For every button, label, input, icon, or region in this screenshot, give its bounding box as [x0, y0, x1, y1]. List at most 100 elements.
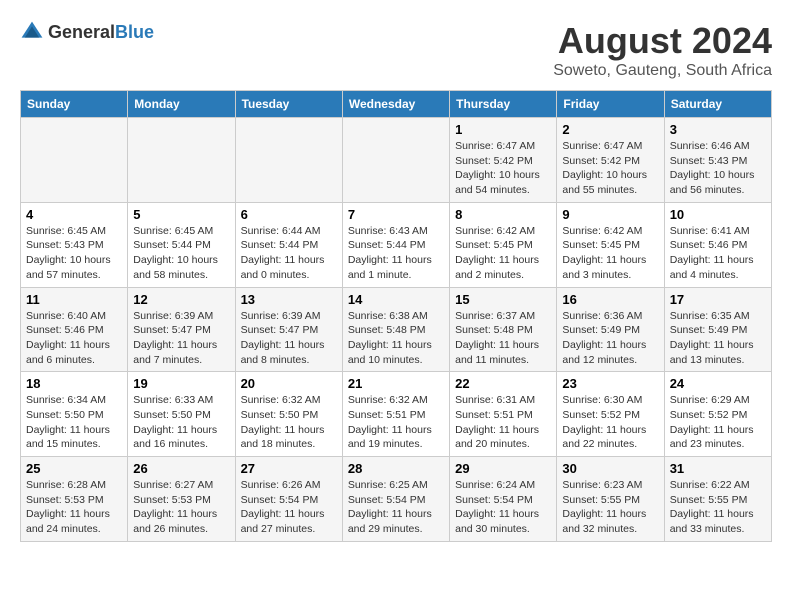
- day-info: Sunrise: 6:47 AM Sunset: 5:42 PM Dayligh…: [562, 139, 658, 198]
- calendar-cell: 11 Sunrise: 6:40 AM Sunset: 5:46 PM Dayli…: [21, 287, 128, 372]
- day-info: Sunrise: 6:23 AM Sunset: 5:55 PM Dayligh…: [562, 478, 658, 537]
- calendar-cell: 6Sunrise: 6:44 AM Sunset: 5:44 PM Daylig…: [235, 202, 342, 287]
- calendar-cell: 12 Sunrise: 6:39 AM Sunset: 5:47 PM Dayli…: [128, 287, 235, 372]
- day-info: Sunrise: 6:40 AM Sunset: 5:46 PM Dayligh…: [26, 309, 122, 368]
- day-info: Sunrise: 6:42 AM Sunset: 5:45 PM Dayligh…: [455, 224, 551, 283]
- day-info: Sunrise: 6:41 AM Sunset: 5:46 PM Dayligh…: [670, 224, 766, 283]
- day-number: 19: [133, 376, 229, 391]
- day-number: 31: [670, 461, 766, 476]
- calendar-cell: 19 Sunrise: 6:33 AM Sunset: 5:50 PM Dayli…: [128, 372, 235, 457]
- header-day-saturday: Saturday: [664, 91, 771, 118]
- calendar-cell: 15 Sunrise: 6:37 AM Sunset: 5:48 PM Dayli…: [450, 287, 557, 372]
- day-info: Sunrise: 6:24 AM Sunset: 5:54 PM Dayligh…: [455, 478, 551, 537]
- day-number: 23: [562, 376, 658, 391]
- day-info: Sunrise: 6:34 AM Sunset: 5:50 PM Dayligh…: [26, 393, 122, 452]
- calendar-cell: 7 Sunrise: 6:43 AM Sunset: 5:44 PM Daylig…: [342, 202, 449, 287]
- header-day-wednesday: Wednesday: [342, 91, 449, 118]
- calendar-cell: 25Sunrise: 6:28 AM Sunset: 5:53 PM Dayli…: [21, 457, 128, 542]
- day-number: 9: [562, 207, 658, 222]
- calendar-cell: [235, 118, 342, 203]
- day-number: 8: [455, 207, 551, 222]
- calendar-cell: 5Sunrise: 6:45 AM Sunset: 5:44 PM Daylig…: [128, 202, 235, 287]
- week-row-2: 4 Sunrise: 6:45 AM Sunset: 5:43 PM Daylig…: [21, 202, 772, 287]
- calendar-cell: 28Sunrise: 6:25 AM Sunset: 5:54 PM Dayli…: [342, 457, 449, 542]
- calendar-cell: [21, 118, 128, 203]
- logo-blue: Blue: [115, 22, 154, 42]
- calendar-cell: 10 Sunrise: 6:41 AM Sunset: 5:46 PM Dayli…: [664, 202, 771, 287]
- week-row-4: 18 Sunrise: 6:34 AM Sunset: 5:50 PM Dayli…: [21, 372, 772, 457]
- day-number: 12: [133, 292, 229, 307]
- day-number: 17: [670, 292, 766, 307]
- calendar-cell: 31Sunrise: 6:22 AM Sunset: 5:55 PM Dayli…: [664, 457, 771, 542]
- day-number: 15: [455, 292, 551, 307]
- main-title: August 2024: [553, 20, 772, 62]
- day-number: 25: [26, 461, 122, 476]
- day-info: Sunrise: 6:35 AM Sunset: 5:49 PM Dayligh…: [670, 309, 766, 368]
- calendar-cell: 29 Sunrise: 6:24 AM Sunset: 5:54 PM Dayli…: [450, 457, 557, 542]
- calendar-cell: 30Sunrise: 6:23 AM Sunset: 5:55 PM Dayli…: [557, 457, 664, 542]
- day-number: 7: [348, 207, 444, 222]
- day-info: Sunrise: 6:33 AM Sunset: 5:50 PM Dayligh…: [133, 393, 229, 452]
- day-info: Sunrise: 6:29 AM Sunset: 5:52 PM Dayligh…: [670, 393, 766, 452]
- calendar-cell: 23 Sunrise: 6:30 AM Sunset: 5:52 PM Dayli…: [557, 372, 664, 457]
- day-info: Sunrise: 6:46 AM Sunset: 5:43 PM Dayligh…: [670, 139, 766, 198]
- calendar-cell: 22 Sunrise: 6:31 AM Sunset: 5:51 PM Dayli…: [450, 372, 557, 457]
- day-number: 29: [455, 461, 551, 476]
- header-row: SundayMondayTuesdayWednesdayThursdayFrid…: [21, 91, 772, 118]
- header-day-tuesday: Tuesday: [235, 91, 342, 118]
- calendar-cell: 16 Sunrise: 6:36 AM Sunset: 5:49 PM Dayli…: [557, 287, 664, 372]
- day-number: 13: [241, 292, 337, 307]
- calendar-cell: 27Sunrise: 6:26 AM Sunset: 5:54 PM Dayli…: [235, 457, 342, 542]
- day-info: Sunrise: 6:45 AM Sunset: 5:43 PM Dayligh…: [26, 224, 122, 283]
- calendar-cell: 26Sunrise: 6:27 AM Sunset: 5:53 PM Dayli…: [128, 457, 235, 542]
- calendar-cell: 1Sunrise: 6:47 AM Sunset: 5:42 PM Daylig…: [450, 118, 557, 203]
- day-number: 18: [26, 376, 122, 391]
- day-number: 11: [26, 292, 122, 307]
- day-info: Sunrise: 6:47 AM Sunset: 5:42 PM Dayligh…: [455, 139, 551, 198]
- day-info: Sunrise: 6:32 AM Sunset: 5:50 PM Dayligh…: [241, 393, 337, 452]
- day-info: Sunrise: 6:31 AM Sunset: 5:51 PM Dayligh…: [455, 393, 551, 452]
- day-number: 28: [348, 461, 444, 476]
- day-number: 10: [670, 207, 766, 222]
- day-info: Sunrise: 6:37 AM Sunset: 5:48 PM Dayligh…: [455, 309, 551, 368]
- day-number: 4: [26, 207, 122, 222]
- week-row-1: 1Sunrise: 6:47 AM Sunset: 5:42 PM Daylig…: [21, 118, 772, 203]
- day-number: 14: [348, 292, 444, 307]
- header-day-friday: Friday: [557, 91, 664, 118]
- week-row-5: 25Sunrise: 6:28 AM Sunset: 5:53 PM Dayli…: [21, 457, 772, 542]
- day-info: Sunrise: 6:32 AM Sunset: 5:51 PM Dayligh…: [348, 393, 444, 452]
- calendar-cell: 18 Sunrise: 6:34 AM Sunset: 5:50 PM Dayli…: [21, 372, 128, 457]
- day-info: Sunrise: 6:30 AM Sunset: 5:52 PM Dayligh…: [562, 393, 658, 452]
- day-number: 5: [133, 207, 229, 222]
- calendar-cell: 2Sunrise: 6:47 AM Sunset: 5:42 PM Daylig…: [557, 118, 664, 203]
- day-number: 24: [670, 376, 766, 391]
- day-number: 27: [241, 461, 337, 476]
- day-info: Sunrise: 6:44 AM Sunset: 5:44 PM Dayligh…: [241, 224, 337, 283]
- calendar-cell: 24 Sunrise: 6:29 AM Sunset: 5:52 PM Dayli…: [664, 372, 771, 457]
- logo: GeneralBlue: [20, 20, 154, 44]
- calendar-cell: 3 Sunrise: 6:46 AM Sunset: 5:43 PM Daylig…: [664, 118, 771, 203]
- day-info: Sunrise: 6:43 AM Sunset: 5:44 PM Dayligh…: [348, 224, 444, 283]
- day-info: Sunrise: 6:39 AM Sunset: 5:47 PM Dayligh…: [133, 309, 229, 368]
- calendar-cell: 21Sunrise: 6:32 AM Sunset: 5:51 PM Dayli…: [342, 372, 449, 457]
- day-info: Sunrise: 6:39 AM Sunset: 5:47 PM Dayligh…: [241, 309, 337, 368]
- day-info: Sunrise: 6:42 AM Sunset: 5:45 PM Dayligh…: [562, 224, 658, 283]
- header-day-thursday: Thursday: [450, 91, 557, 118]
- calendar-table: SundayMondayTuesdayWednesdayThursdayFrid…: [20, 90, 772, 542]
- day-number: 26: [133, 461, 229, 476]
- calendar-cell: [342, 118, 449, 203]
- logo-icon: [20, 20, 44, 44]
- calendar-header: SundayMondayTuesdayWednesdayThursdayFrid…: [21, 91, 772, 118]
- header: GeneralBlue August 2024 Soweto, Gauteng,…: [20, 20, 772, 80]
- header-day-sunday: Sunday: [21, 91, 128, 118]
- day-number: 22: [455, 376, 551, 391]
- calendar-cell: 14Sunrise: 6:38 AM Sunset: 5:48 PM Dayli…: [342, 287, 449, 372]
- subtitle: Soweto, Gauteng, South Africa: [553, 62, 772, 80]
- day-number: 3: [670, 122, 766, 137]
- day-number: 20: [241, 376, 337, 391]
- calendar-cell: 8 Sunrise: 6:42 AM Sunset: 5:45 PM Daylig…: [450, 202, 557, 287]
- day-number: 16: [562, 292, 658, 307]
- calendar-cell: 17 Sunrise: 6:35 AM Sunset: 5:49 PM Dayli…: [664, 287, 771, 372]
- calendar-cell: [128, 118, 235, 203]
- day-info: Sunrise: 6:36 AM Sunset: 5:49 PM Dayligh…: [562, 309, 658, 368]
